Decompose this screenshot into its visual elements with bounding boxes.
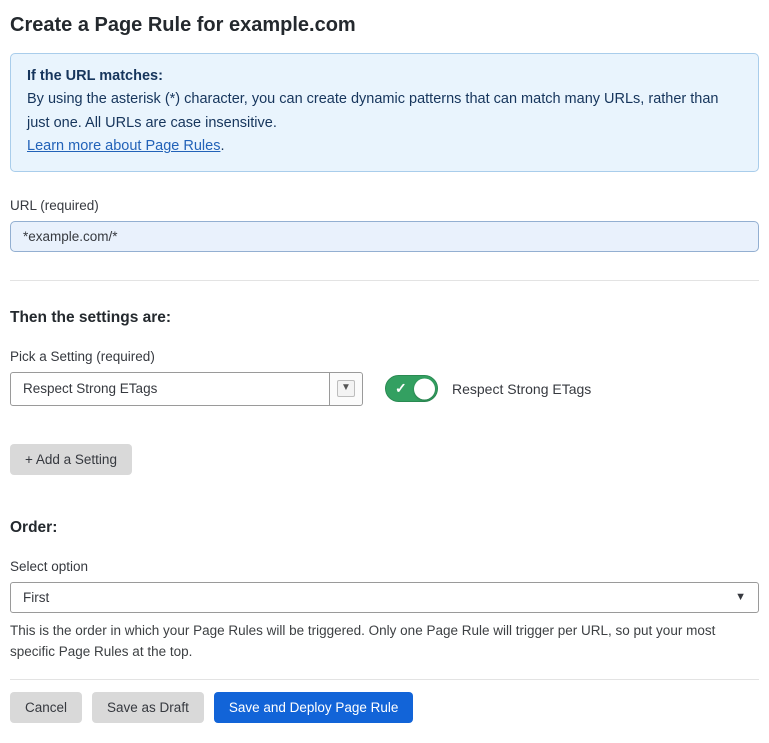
add-setting-button[interactable]: + Add a Setting [10, 444, 132, 475]
setting-dropdown-value: Respect Strong ETags [11, 381, 157, 396]
cancel-button[interactable]: Cancel [10, 692, 82, 723]
order-select[interactable]: First ▼ [10, 582, 759, 613]
pick-setting-label: Pick a Setting (required) [10, 349, 759, 364]
settings-heading: Then the settings are: [10, 309, 759, 327]
url-match-info-box: If the URL matches: By using the asteris… [10, 53, 759, 172]
setting-dropdown[interactable]: Respect Strong ETags ▼ [10, 372, 363, 406]
setting-row: Respect Strong ETags ▼ ✓ Respect Strong … [10, 372, 759, 406]
page-rule-form: Create a Page Rule for example.com If th… [0, 0, 769, 743]
save-draft-button[interactable]: Save as Draft [92, 692, 204, 723]
action-buttons: Cancel Save as Draft Save and Deploy Pag… [10, 692, 759, 723]
order-select-label: Select option [10, 559, 759, 574]
order-help-text: This is the order in which your Page Rul… [10, 621, 759, 663]
info-box-body: By using the asterisk (*) character, you… [27, 88, 742, 135]
actions-divider [10, 679, 759, 680]
url-field-label: URL (required) [10, 198, 759, 213]
etags-toggle[interactable]: ✓ [385, 375, 438, 402]
order-heading: Order: [10, 519, 759, 537]
chevron-down-icon: ▼ [735, 591, 746, 603]
chevron-down-icon: ▼ [337, 380, 355, 397]
toggle-label: Respect Strong ETags [452, 381, 591, 397]
info-box-heading: If the URL matches: [27, 65, 742, 88]
section-divider [10, 280, 759, 281]
order-select-value: First [23, 590, 49, 605]
url-input[interactable] [10, 221, 759, 252]
page-title: Create a Page Rule for example.com [10, 14, 759, 37]
link-suffix: . [220, 138, 224, 154]
learn-more-link[interactable]: Learn more about Page Rules [27, 138, 220, 154]
toggle-knob [414, 378, 435, 399]
info-box-link-line: Learn more about Page Rules. [27, 135, 742, 158]
setting-dropdown-button[interactable]: ▼ [329, 373, 362, 405]
save-deploy-button[interactable]: Save and Deploy Page Rule [214, 692, 414, 723]
check-icon: ✓ [395, 380, 407, 397]
